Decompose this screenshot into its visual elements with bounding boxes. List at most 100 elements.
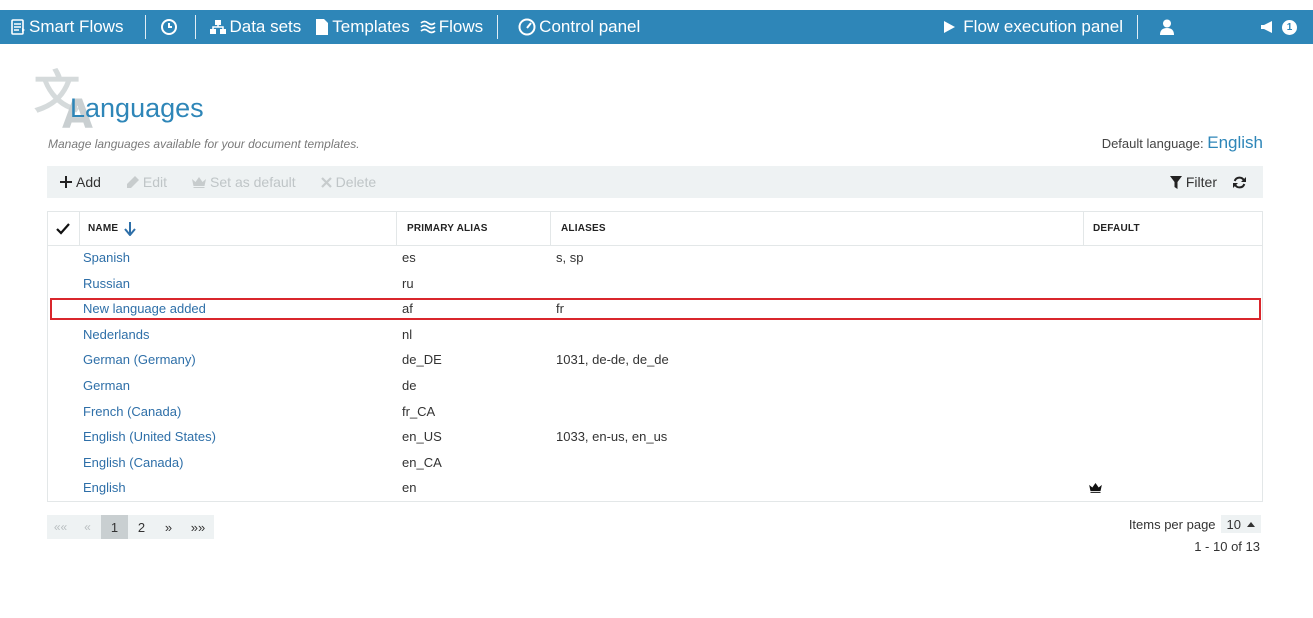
dashboard-icon — [518, 18, 536, 36]
file-icon — [316, 19, 329, 35]
plus-icon — [60, 176, 72, 188]
aliases-cell: 1031, de-de, de_de — [556, 352, 669, 368]
megaphone-icon — [1261, 21, 1272, 33]
edit-button[interactable]: Edit — [126, 174, 167, 190]
column-divider — [79, 212, 80, 245]
table-row[interactable]: Nederlands nl — [48, 322, 1262, 347]
language-name-link[interactable]: German (Germany) — [83, 347, 196, 372]
smart-flows-logo-icon — [11, 19, 25, 35]
primary-alias-cell: nl — [402, 326, 413, 342]
page-1-button[interactable]: 1 — [101, 515, 128, 539]
nav-divider — [195, 15, 197, 39]
column-header-name[interactable]: NAME — [88, 212, 137, 245]
history-button[interactable] — [156, 10, 185, 44]
pagination: «« « 1 2 » »» — [47, 515, 214, 539]
column-header-default-label: DEFAULT — [1093, 223, 1140, 234]
select-all-checkbox[interactable] — [56, 212, 70, 245]
nav-divider — [497, 15, 499, 39]
table-row[interactable]: New language added af fr — [48, 296, 1262, 321]
language-name-link[interactable]: French (Canada) — [83, 399, 181, 424]
primary-alias-cell: en_CA — [402, 454, 442, 470]
sort-descending-icon — [124, 221, 137, 236]
table-row[interactable]: French (Canada) fr_CA — [48, 399, 1262, 424]
page-subtitle: Manage languages available for your docu… — [48, 137, 360, 151]
first-page-button[interactable]: «« — [47, 515, 74, 539]
play-icon — [944, 21, 956, 33]
user-icon — [1160, 19, 1174, 35]
primary-alias-cell: de_DE — [402, 352, 442, 368]
aliases-cell: fr — [556, 301, 564, 317]
primary-alias-cell: en_US — [402, 429, 442, 445]
nav-flow-execution-panel[interactable]: Flow execution panel — [938, 10, 1127, 44]
column-header-aliases[interactable]: ALIASES — [561, 212, 606, 245]
crown-icon — [192, 176, 207, 188]
primary-alias-cell: fr_CA — [402, 403, 436, 419]
default-language-value[interactable]: English — [1207, 133, 1263, 152]
nav-data-sets-label: Data sets — [229, 17, 302, 36]
table-row[interactable]: English (United States) en_US 1033, en-us,… — [48, 424, 1262, 449]
aliases-cell: 1033, en-us, en_us — [556, 429, 668, 445]
primary-alias-cell: af — [402, 301, 413, 317]
language-name-link[interactable]: New language added — [83, 296, 206, 321]
items-per-page: Items per page 10 — [1129, 515, 1261, 533]
language-name-link[interactable]: Spanish — [83, 245, 130, 270]
set-as-default-button[interactable]: Set as default — [192, 174, 296, 190]
table-row[interactable]: Spanish es s, sp — [48, 245, 1262, 270]
language-name-link[interactable]: Russian — [83, 271, 130, 296]
checkmark-icon — [56, 222, 70, 235]
page-2-button[interactable]: 2 — [128, 515, 155, 539]
previous-page-button[interactable]: « — [74, 515, 101, 539]
refresh-icon — [1233, 176, 1246, 188]
edit-button-label: Edit — [142, 174, 168, 190]
column-header-aliases-label: ALIASES — [561, 223, 606, 234]
table-row[interactable]: Russian ru — [48, 271, 1262, 296]
set-as-default-label: Set as default — [210, 174, 296, 190]
table-row[interactable]: German de — [48, 373, 1262, 398]
filter-button[interactable]: Filter — [1169, 174, 1217, 190]
page-title: Languages — [70, 93, 204, 123]
nav-divider — [145, 15, 147, 39]
nav-control-panel[interactable]: Control panel — [514, 10, 644, 44]
close-icon — [320, 176, 332, 188]
table-row[interactable]: English en — [48, 475, 1262, 500]
sitemap-icon — [210, 20, 227, 34]
delete-button[interactable]: Delete — [320, 174, 377, 190]
notification-count-badge: 1 — [1282, 19, 1297, 35]
languages-table: NAME PRIMARY ALIAS ALIASES DEFAULT Spani… — [47, 211, 1263, 502]
nav-data-sets[interactable]: Data sets — [206, 10, 305, 44]
notifications-button[interactable]: 1 — [1256, 10, 1301, 44]
column-divider — [1083, 212, 1084, 245]
default-language-label: Default language: — [1101, 136, 1204, 151]
column-header-default[interactable]: DEFAULT — [1093, 212, 1140, 245]
nav-flows-label: Flows — [438, 17, 484, 36]
caret-up-icon — [1247, 521, 1255, 527]
nav-flows[interactable]: Flows — [416, 10, 487, 44]
primary-alias-cell: de — [402, 378, 417, 393]
action-toolbar: Add Edit Set as default Delete Filter — [47, 166, 1263, 198]
table-row[interactable]: German (Germany) de_DE 1031, de-de, de_de — [48, 347, 1262, 372]
add-button-label: Add — [76, 174, 101, 190]
next-page-button[interactable]: » — [155, 515, 182, 539]
primary-alias-cell: en — [402, 480, 417, 496]
items-per-page-select[interactable]: 10 — [1220, 515, 1261, 533]
nav-templates[interactable]: Templates — [311, 10, 413, 44]
brand-link[interactable]: Smart Flows — [6, 10, 127, 44]
language-name-link[interactable]: English — [83, 475, 126, 500]
column-divider — [396, 212, 397, 245]
table-row[interactable]: English (Canada) en_CA — [48, 450, 1262, 475]
column-header-primary-alias[interactable]: PRIMARY ALIAS — [407, 212, 488, 245]
language-name-link[interactable]: German — [83, 373, 130, 398]
language-name-link[interactable]: Nederlands — [83, 322, 150, 347]
user-menu-button[interactable] — [1156, 10, 1181, 44]
language-name-link[interactable]: English (Canada) — [83, 450, 183, 475]
last-page-button[interactable]: »» — [182, 515, 214, 539]
filter-button-label: Filter — [1185, 174, 1217, 190]
items-per-page-label: Items per page — [1128, 516, 1216, 532]
table-header: NAME PRIMARY ALIAS ALIASES DEFAULT — [48, 212, 1262, 246]
waves-icon — [420, 20, 436, 34]
delete-button-label: Delete — [335, 174, 377, 190]
add-button[interactable]: Add — [60, 174, 101, 190]
column-header-primary-alias-label: PRIMARY ALIAS — [407, 223, 488, 234]
refresh-button[interactable] — [1233, 176, 1250, 189]
language-name-link[interactable]: English (United States) — [83, 424, 216, 449]
